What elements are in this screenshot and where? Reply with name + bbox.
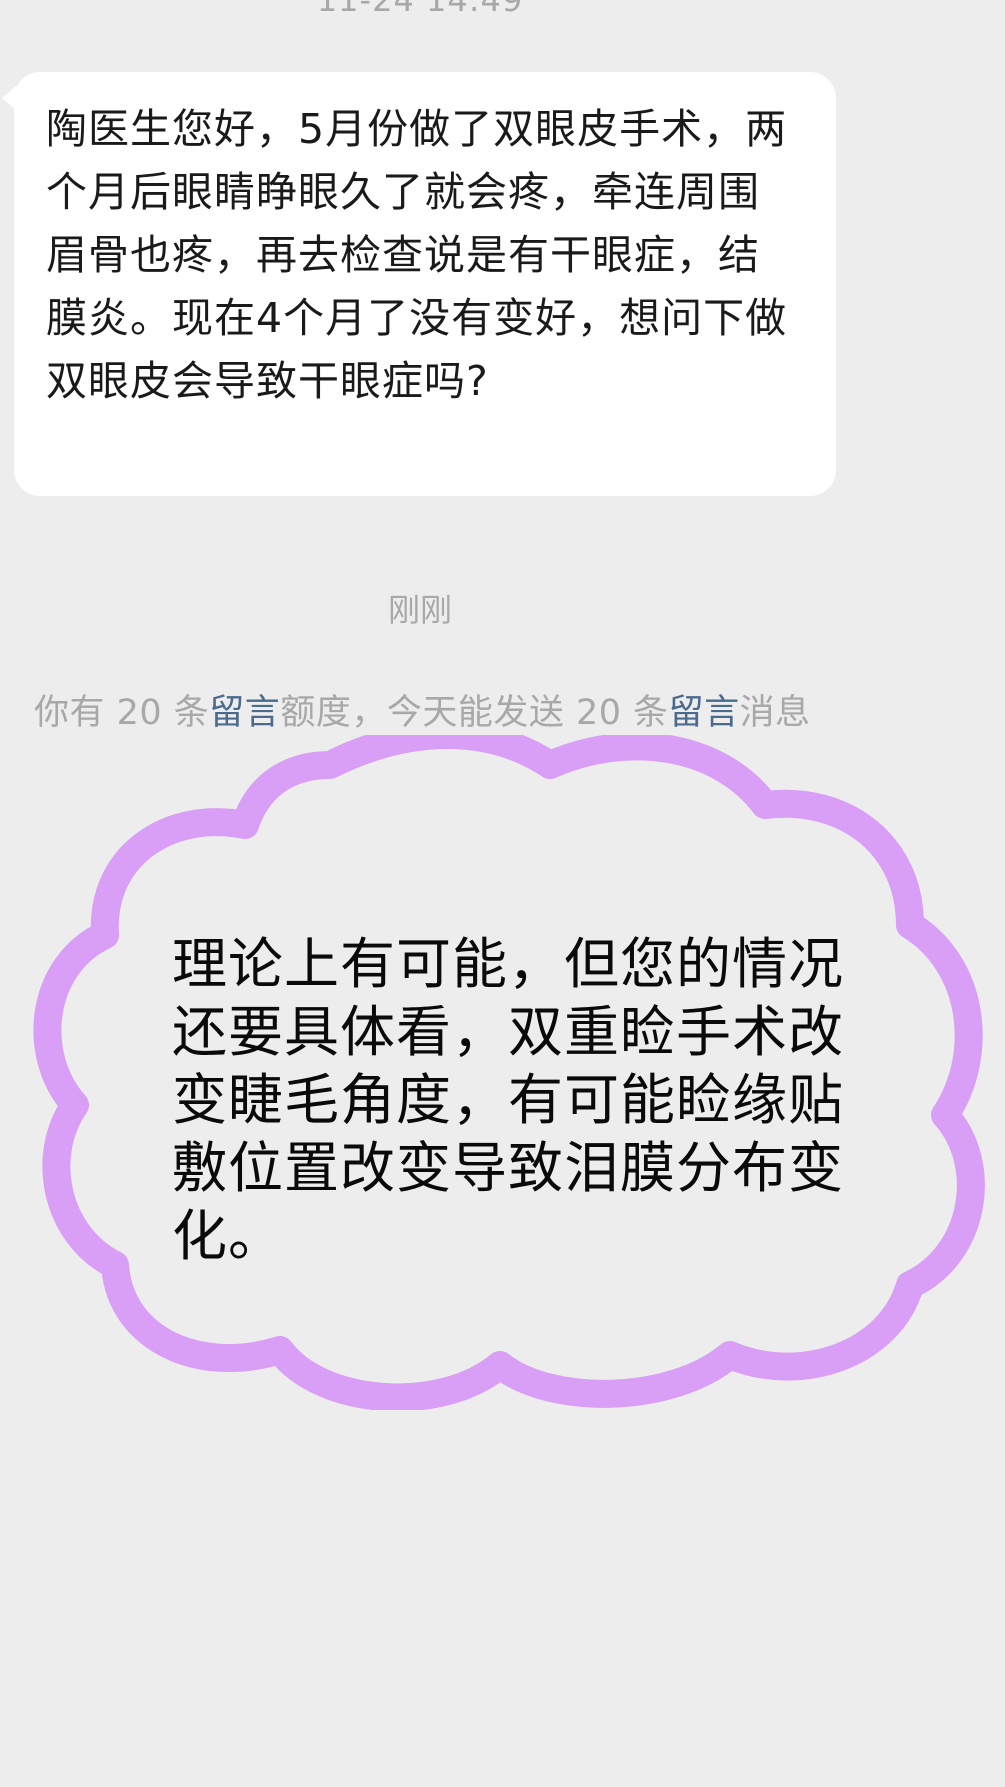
message-timestamp-recent: 刚刚: [387, 591, 452, 629]
quota-text-part2: 额度，今天能发送 20 条: [280, 693, 669, 733]
quota-message-link-1[interactable]: 留言: [209, 693, 280, 733]
annotation-reply-text: 理论上有可能，但您的情况还要具体看，双重睑手术改变睫毛角度，有可能睑缘贴敷位置改…: [172, 932, 845, 1268]
message-timestamp-top: 11-24 14:49: [316, 0, 524, 19]
incoming-message-text: 陶医生您好，5月份做了双眼皮手术，两个月后眼睛睁眼久了就会疼，牵连周围眉骨也疼，…: [46, 105, 788, 405]
message-quota-notice: 你有 20 条留言额度，今天能发送 20 条留言消息: [34, 692, 811, 734]
quota-text-part3: 消息: [739, 693, 811, 733]
quota-text-part1: 你有 20 条: [34, 693, 210, 733]
quota-message-link-2[interactable]: 留言: [669, 693, 740, 733]
